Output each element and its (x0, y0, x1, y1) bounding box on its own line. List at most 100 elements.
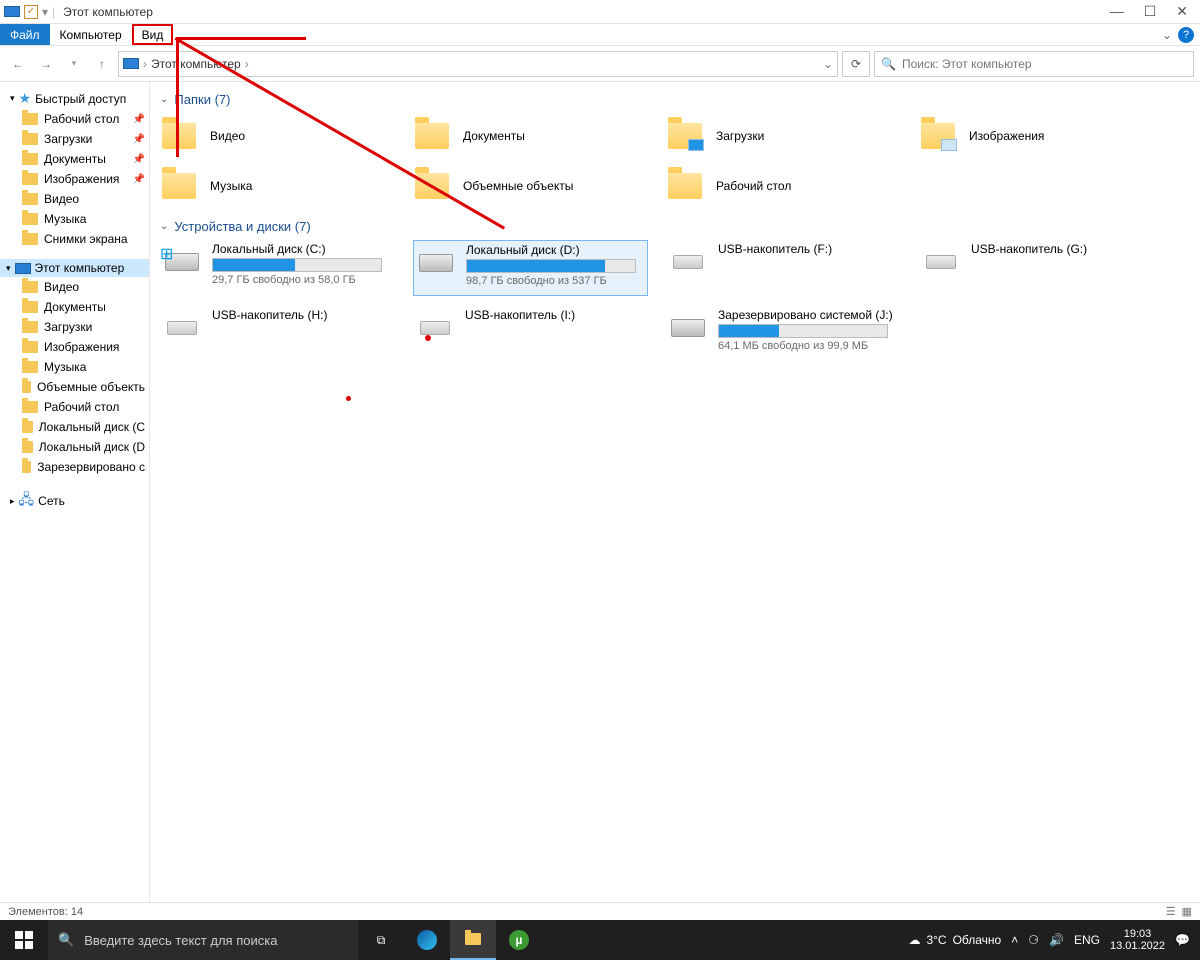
tray-clock[interactable]: 19:03 13.01.2022 (1110, 928, 1165, 952)
tray-volume-icon[interactable]: 🔊 (1049, 933, 1064, 947)
folder-icon (919, 117, 957, 155)
qat-dropdown-icon[interactable]: ▾ (42, 5, 48, 19)
folder-icon (22, 193, 38, 205)
sidebar-this-pc[interactable]: ▾ Этот компьютер (0, 259, 149, 277)
nav-forward-button[interactable]: → (34, 52, 58, 76)
folder-icon (22, 401, 38, 413)
start-button[interactable] (0, 920, 48, 960)
sidebar-quick-access[interactable]: ▾ ★ Быстрый доступ (0, 88, 149, 109)
folder-item[interactable]: Загрузки (666, 113, 901, 159)
folder-item[interactable]: Изображения (919, 113, 1154, 159)
drive-label: Локальный диск (C:) (212, 242, 393, 256)
sidebar-item[interactable]: Музыка (0, 209, 149, 229)
nav-recent-dropdown[interactable]: ▾ (62, 52, 86, 76)
group-folders-header[interactable]: ⌄ Папки (7) (160, 92, 1190, 107)
tab-file[interactable]: Файл (0, 24, 50, 45)
app-icon (4, 6, 20, 17)
sidebar-item[interactable]: Документы 📌 (0, 149, 149, 169)
drive-item[interactable]: USB-накопитель (H:) (160, 306, 395, 362)
sidebar-item-label: Изображения (44, 340, 119, 354)
drive-item[interactable]: USB-накопитель (I:) (413, 306, 648, 362)
pin-icon: 📌 (133, 154, 145, 165)
folder-icon (22, 153, 38, 165)
close-button[interactable]: ✕ (1176, 3, 1188, 20)
chevron-down-icon: ⌄ (160, 221, 168, 232)
sidebar-item[interactable]: Рабочий стол (0, 397, 149, 417)
view-large-icon[interactable]: ▦ (1182, 905, 1192, 918)
sidebar-item[interactable]: Снимки экрана (0, 229, 149, 249)
sidebar-item[interactable]: Изображения📌 (0, 169, 149, 189)
weather-temp: 3°C (926, 933, 946, 947)
folder-icon (22, 461, 31, 473)
tab-view[interactable]: Вид (132, 24, 174, 45)
sidebar-item[interactable]: Загрузки (0, 317, 149, 337)
tray-chevron-icon[interactable]: ˄ (1011, 933, 1018, 947)
sidebar-network[interactable]: ▸ 🖧 Сеть (0, 487, 149, 515)
tray-wifi-icon[interactable]: ⚆ (1028, 933, 1039, 947)
taskbar-search[interactable]: 🔍 Введите здесь текст для поиска (48, 920, 358, 960)
maximize-button[interactable]: ☐ (1144, 3, 1157, 20)
nav-up-button[interactable]: ↑ (90, 52, 114, 76)
refresh-button[interactable]: ⟳ (842, 51, 870, 77)
drive-item[interactable]: Локальный диск (D:)98,7 ГБ свободно из 5… (413, 240, 648, 296)
folder-item[interactable]: Документы (413, 113, 648, 159)
folder-icon (160, 117, 198, 155)
folder-item[interactable]: Видео (160, 113, 395, 159)
taskbar-app-edge[interactable] (404, 920, 450, 960)
qat-checkbox-icon[interactable]: ✓ (24, 5, 38, 19)
sidebar-item[interactable]: Документы (0, 297, 149, 317)
drive-item[interactable]: USB-накопитель (F:) (666, 240, 901, 296)
nav-back-button[interactable]: ← (6, 52, 30, 76)
folder-icon (22, 281, 38, 293)
sidebar-item[interactable]: Рабочий стол📌 (0, 109, 149, 129)
taskbar-app-explorer[interactable] (450, 920, 496, 960)
sidebar-item[interactable]: Загрузки📌 (0, 129, 149, 149)
sidebar-item[interactable]: Локальный диск (D (0, 437, 149, 457)
group-drives-header[interactable]: ⌄ Устройства и диски (7) (160, 219, 1190, 234)
tray-notifications-icon[interactable]: 💬 (1175, 933, 1190, 947)
sidebar-item[interactable]: Зарезервировано с (0, 457, 149, 477)
folder-item[interactable]: Объемные объекты (413, 163, 648, 209)
view-details-icon[interactable]: ☰ (1166, 905, 1176, 918)
ribbon-chevron-icon[interactable]: ⌄ (1162, 28, 1172, 42)
breadcrumb-root[interactable]: Этот компьютер (151, 57, 241, 71)
taskview-button[interactable]: ⧉ (358, 920, 404, 960)
qat-separator: | (52, 5, 55, 19)
sidebar-item[interactable]: Локальный диск (С (0, 417, 149, 437)
tray-time: 19:03 (1124, 928, 1152, 940)
drive-item[interactable]: Зарезервировано системой (J:)64,1 МБ сво… (666, 306, 901, 362)
folder-icon (22, 441, 33, 453)
weather-widget[interactable]: ☁ 3°C Облачно (908, 933, 1001, 947)
drive-item[interactable]: USB-накопитель (G:) (919, 240, 1154, 296)
search-input[interactable] (902, 57, 1187, 71)
breadcrumb[interactable]: › Этот компьютер › ⌄ (118, 51, 838, 77)
drive-capacity-bar (718, 324, 888, 338)
tab-computer[interactable]: Компьютер (50, 24, 132, 45)
folder-icon (413, 117, 451, 155)
folder-label: Видео (210, 129, 245, 143)
sidebar-item-label: Документы (44, 152, 106, 166)
folder-icon (22, 173, 38, 185)
sidebar-item-label: Изображения (44, 172, 119, 186)
folder-icon (22, 213, 38, 225)
folder-icon (22, 361, 38, 373)
drive-item[interactable]: ⊞Локальный диск (C:)29,7 ГБ свободно из … (160, 240, 395, 296)
folder-item[interactable]: Рабочий стол (666, 163, 901, 209)
sidebar-item[interactable]: Объемные объекть (0, 377, 149, 397)
network-icon: 🖧 (19, 489, 35, 513)
minimize-button[interactable]: ― (1110, 3, 1124, 20)
breadcrumb-dropdown-icon[interactable]: ⌄ (823, 57, 833, 71)
sidebar-item-label: Музыка (44, 360, 86, 374)
tray-language[interactable]: ENG (1074, 933, 1100, 947)
ribbon-tabs: Файл Компьютер Вид ⌄ ? (0, 24, 1200, 46)
sidebar-item[interactable]: Музыка (0, 357, 149, 377)
drive-free-text: 64,1 МБ свободно из 99,9 МБ (718, 340, 899, 352)
sidebar-item[interactable]: Видео (0, 189, 149, 209)
taskbar-app-utorrent[interactable]: µ (496, 920, 542, 960)
help-button[interactable]: ? (1178, 27, 1194, 43)
search-box[interactable]: 🔍 (874, 51, 1194, 77)
sidebar-item[interactable]: Видео (0, 277, 149, 297)
chevron-right-icon: › (245, 57, 249, 71)
folder-item[interactable]: Музыка (160, 163, 395, 209)
sidebar-item[interactable]: Изображения (0, 337, 149, 357)
